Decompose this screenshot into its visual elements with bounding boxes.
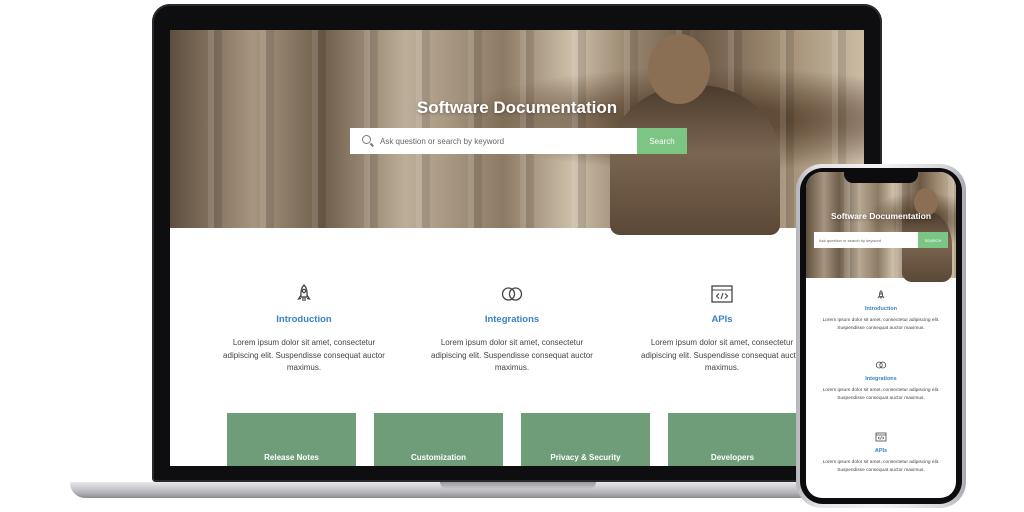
- tile-customization[interactable]: Customization: [374, 413, 503, 466]
- feature-apis[interactable]: APIs Lorem ipsum dolor sit amet, consect…: [636, 282, 808, 375]
- mobile-feature-introduction[interactable]: Introduction Lorem ipsum dolor sit amet,…: [818, 288, 944, 332]
- code-window-icon: [875, 432, 887, 442]
- laptop-screen: Software Documentation Search Introducti…: [170, 30, 864, 466]
- phone-screen: Software Documentation SEARCH Introducti…: [806, 172, 956, 498]
- mobile-feature-description: Lorem ipsum dolor sit amet, consectetur …: [822, 388, 940, 401]
- feature-description: Lorem ipsum dolor sit amet, consectetur …: [431, 338, 593, 372]
- rings-icon: [875, 361, 887, 369]
- feature-description: Lorem ipsum dolor sit amet, consectetur …: [223, 338, 385, 372]
- tile-release-notes[interactable]: Release Notes: [227, 413, 356, 466]
- mobile-hero-title: Software Documentation: [830, 211, 932, 221]
- mobile-hero-banner: Software Documentation SEARCH: [806, 172, 956, 282]
- mobile-search-button[interactable]: SEARCH: [918, 232, 948, 248]
- rings-icon: [501, 287, 523, 301]
- feature-integrations[interactable]: Integrations Lorem ipsum dolor sit amet,…: [426, 282, 598, 375]
- mobile-feature-title: Integrations: [865, 376, 897, 382]
- mobile-feature-title: APIs: [874, 448, 888, 454]
- mobile-feature-title: Introduction: [864, 306, 898, 312]
- rocket-icon: [877, 289, 885, 299]
- tile-privacy-security[interactable]: Privacy & Security: [521, 413, 650, 466]
- mobile-feature-apis[interactable]: APIs Lorem ipsum dolor sit amet, consect…: [818, 431, 944, 474]
- laptop-hinge-notch: [440, 482, 596, 489]
- mobile-feature-description: Lorem ipsum dolor sit amet, consectetur …: [822, 318, 940, 331]
- tile-developers[interactable]: Developers: [668, 413, 797, 466]
- feature-description: Lorem ipsum dolor sit amet, consectetur …: [641, 338, 803, 372]
- search-button[interactable]: Search: [637, 128, 687, 154]
- rocket-icon: [297, 284, 311, 301]
- phone-notch: [844, 171, 918, 183]
- code-window-icon: [711, 285, 733, 303]
- mobile-feature-description: Lorem ipsum dolor sit amet, consectetur …: [822, 460, 940, 473]
- search-icon: [362, 135, 374, 147]
- feature-title: Introduction: [276, 314, 332, 325]
- feature-introduction[interactable]: Introduction Lorem ipsum dolor sit amet,…: [218, 282, 390, 375]
- hero-title: Software Documentation: [416, 98, 618, 117]
- feature-title: APIs: [711, 314, 733, 325]
- hero-banner: Software Documentation Search: [170, 30, 864, 235]
- feature-title: Integrations: [484, 314, 540, 325]
- mobile-feature-integrations[interactable]: Integrations Lorem ipsum dolor sit amet,…: [818, 359, 944, 402]
